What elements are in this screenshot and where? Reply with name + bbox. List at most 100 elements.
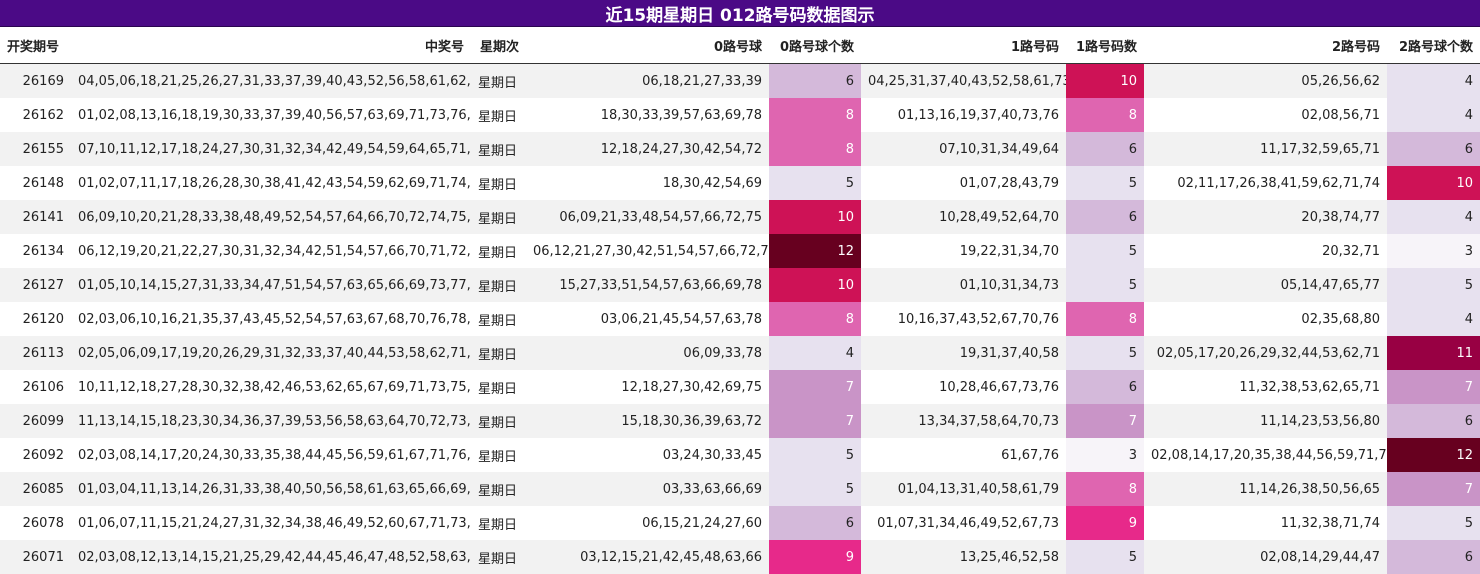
route0-count-cell: 5 [769,166,861,200]
route1-count-cell: 6 [1066,370,1144,404]
route1-count-cell: 3 [1066,438,1144,472]
route2-numbers-cell: 11,14,23,53,56,80 [1144,404,1387,438]
route2-numbers-cell: 05,26,56,62 [1144,63,1387,98]
table-row: 26113 02,05,06,09,17,19,20,26,29,31,32,33… [0,336,1480,370]
weekday-cell: 星期日 [471,506,526,540]
table-row: 26085 01,03,04,11,13,14,26,31,33,38,40,50… [0,472,1480,506]
route1-count-cell: 8 [1066,302,1144,336]
route0-balls-cell: 18,30,33,39,57,63,69,78 [526,98,769,132]
winning-numbers-cell: 01,02,08,13,16,18,19,30,33,37,39,40,56,5… [71,98,471,132]
route1-count-cell: 6 [1066,200,1144,234]
weekday-cell: 星期日 [471,540,526,574]
winning-numbers-cell: 06,12,19,20,21,22,27,30,31,32,34,42,51,5… [71,234,471,268]
table-row: 26071 02,03,08,12,13,14,15,21,25,29,42,44… [0,540,1480,574]
header-numbers: 中奖号 [71,27,471,64]
route0-balls-cell: 06,12,21,27,30,42,51,54,57,66,72,75 [526,234,769,268]
route0-count-cell: 4 [769,336,861,370]
winning-numbers-cell: 06,09,10,20,21,28,33,38,48,49,52,54,57,6… [71,200,471,234]
table-body: 26169 04,05,06,18,21,25,26,27,31,33,37,39… [0,63,1480,574]
route1-count-cell: 5 [1066,336,1144,370]
route1-numbers-cell: 19,31,37,40,58 [861,336,1066,370]
table-row: 26099 11,13,14,15,18,23,30,34,36,37,39,53… [0,404,1480,438]
table-row: 26169 04,05,06,18,21,25,26,27,31,33,37,39… [0,63,1480,98]
route2-numbers-cell: 05,14,47,65,77 [1144,268,1387,302]
route1-numbers-cell: 01,07,28,43,79 [861,166,1066,200]
route1-count-cell: 5 [1066,234,1144,268]
table-row: 26162 01,02,08,13,16,18,19,30,33,37,39,40… [0,98,1480,132]
weekday-cell: 星期日 [471,98,526,132]
winning-numbers-cell: 02,03,06,10,16,21,35,37,43,45,52,54,57,6… [71,302,471,336]
route2-numbers-cell: 02,35,68,80 [1144,302,1387,336]
weekday-cell: 星期日 [471,370,526,404]
route1-count-cell: 6 [1066,132,1144,166]
winning-numbers-cell: 01,03,04,11,13,14,26,31,33,38,40,50,56,5… [71,472,471,506]
table-row: 26148 01,02,07,11,17,18,26,28,30,38,41,42… [0,166,1480,200]
route0-balls-cell: 15,27,33,51,54,57,63,66,69,78 [526,268,769,302]
issue-cell: 26071 [0,540,71,574]
header-route0-count: 0路号球个数 [769,27,861,64]
header-weekday: 星期次 [471,27,526,64]
route0-balls-cell: 06,15,21,24,27,60 [526,506,769,540]
route1-numbers-cell: 01,04,13,31,40,58,61,79 [861,472,1066,506]
issue-cell: 26092 [0,438,71,472]
issue-cell: 26099 [0,404,71,438]
issue-cell: 26141 [0,200,71,234]
route0-count-cell: 8 [769,132,861,166]
route2-numbers-cell: 11,32,38,71,74 [1144,506,1387,540]
issue-cell: 26134 [0,234,71,268]
weekday-cell: 星期日 [471,336,526,370]
route0-count-cell: 12 [769,234,861,268]
route2-count-cell: 4 [1387,302,1480,336]
route1-numbers-cell: 61,67,76 [861,438,1066,472]
route0-balls-cell: 15,18,30,36,39,63,72 [526,404,769,438]
route0-count-cell: 10 [769,268,861,302]
issue-cell: 26113 [0,336,71,370]
route2-numbers-cell: 20,32,71 [1144,234,1387,268]
route1-numbers-cell: 07,10,31,34,49,64 [861,132,1066,166]
table-row: 26092 02,03,08,14,17,20,24,30,33,35,38,44… [0,438,1480,472]
route2-count-cell: 11 [1387,336,1480,370]
table-title: 近15期星期日 012路号码数据图示 [0,0,1480,27]
route2-numbers-cell: 02,08,56,71 [1144,98,1387,132]
header-route1-count: 1路号码数 [1066,27,1144,64]
winning-numbers-cell: 07,10,11,12,17,18,24,27,30,31,32,34,42,4… [71,132,471,166]
route2-count-cell: 4 [1387,98,1480,132]
weekday-cell: 星期日 [471,63,526,98]
route0-balls-cell: 12,18,24,27,30,42,54,72 [526,132,769,166]
table-row: 26134 06,12,19,20,21,22,27,30,31,32,34,42… [0,234,1480,268]
route0-balls-cell: 03,24,30,33,45 [526,438,769,472]
route2-count-cell: 6 [1387,404,1480,438]
route0-count-cell: 10 [769,200,861,234]
winning-numbers-cell: 02,05,06,09,17,19,20,26,29,31,32,33,37,4… [71,336,471,370]
route1-numbers-cell: 04,25,31,37,40,43,52,58,61,73 [861,63,1066,98]
data-table: 开奖期号 中奖号 星期次 0路号球 0路号球个数 1路号码 1路号码数 2路号码… [0,27,1480,574]
weekday-cell: 星期日 [471,404,526,438]
header-route2-count: 2路号球个数 [1387,27,1480,64]
route2-count-cell: 12 [1387,438,1480,472]
route0-balls-cell: 06,09,33,78 [526,336,769,370]
route1-count-cell: 10 [1066,63,1144,98]
route1-numbers-cell: 01,13,16,19,37,40,73,76 [861,98,1066,132]
weekday-cell: 星期日 [471,302,526,336]
issue-cell: 26169 [0,63,71,98]
winning-numbers-cell: 11,13,14,15,18,23,30,34,36,37,39,53,56,5… [71,404,471,438]
table-row: 26155 07,10,11,12,17,18,24,27,30,31,32,34… [0,132,1480,166]
issue-cell: 26120 [0,302,71,336]
route2-count-cell: 6 [1387,540,1480,574]
route1-count-cell: 8 [1066,472,1144,506]
route0-count-cell: 8 [769,98,861,132]
issue-cell: 26078 [0,506,71,540]
route2-count-cell: 4 [1387,63,1480,98]
header-route2-numbers: 2路号码 [1144,27,1387,64]
route1-count-cell: 9 [1066,506,1144,540]
weekday-cell: 星期日 [471,200,526,234]
route1-count-cell: 8 [1066,98,1144,132]
winning-numbers-cell: 02,03,08,14,17,20,24,30,33,35,38,44,45,5… [71,438,471,472]
weekday-cell: 星期日 [471,166,526,200]
route0-count-cell: 5 [769,438,861,472]
route1-numbers-cell: 10,28,49,52,64,70 [861,200,1066,234]
route0-balls-cell: 18,30,42,54,69 [526,166,769,200]
route1-count-cell: 5 [1066,166,1144,200]
route2-count-cell: 10 [1387,166,1480,200]
route2-count-cell: 5 [1387,506,1480,540]
